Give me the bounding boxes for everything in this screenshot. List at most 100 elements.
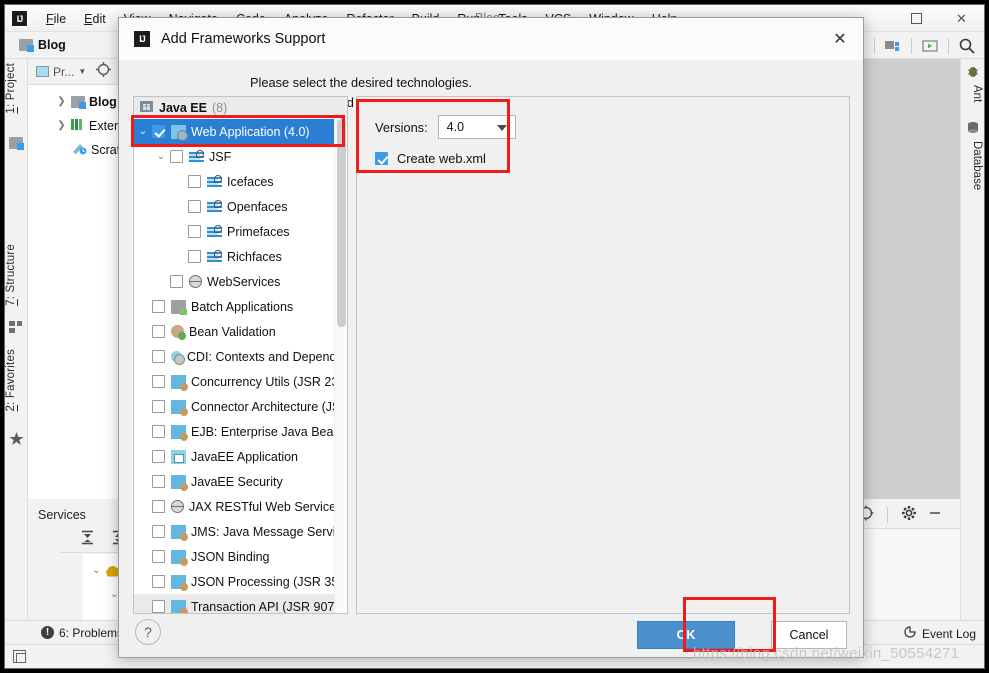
maximize-button[interactable]: [894, 5, 939, 32]
tree-row[interactable]: Bean Validation: [134, 319, 347, 344]
globe-icon: [189, 275, 202, 288]
framework-checkbox[interactable]: [152, 500, 165, 513]
project-folder-icon: [19, 39, 34, 52]
sidebar-tab-ant[interactable]: Ant: [963, 85, 983, 102]
search-icon[interactable]: [954, 34, 980, 57]
tree-row[interactable]: Connector Architecture (JS: [134, 394, 347, 419]
javaee-icon: [171, 474, 188, 491]
framework-checkbox[interactable]: [152, 450, 165, 463]
sidebar-tab-database[interactable]: Database: [963, 141, 983, 190]
favorites-star-icon: [9, 432, 24, 446]
framework-checkbox[interactable]: [152, 475, 165, 488]
framework-checkbox[interactable]: [152, 425, 165, 438]
framework-checkbox[interactable]: [188, 225, 201, 238]
tree-row[interactable]: CDI: Contexts and Depend: [134, 344, 347, 369]
tree-row[interactable]: JSON Processing (JSR 353: [134, 569, 347, 594]
framework-label: Web Application (4.0): [191, 124, 310, 139]
menu-item-file[interactable]: File: [37, 10, 75, 28]
blog-folder-icon: [71, 95, 86, 109]
tree-row[interactable]: Richfaces: [134, 244, 347, 269]
framework-checkbox[interactable]: [188, 200, 201, 213]
framework-checkbox[interactable]: [152, 325, 165, 338]
close-window-button[interactable]: ✕: [939, 5, 984, 32]
framework-checkbox[interactable]: [152, 600, 165, 613]
event-log-status[interactable]: Event Log: [903, 625, 976, 642]
javaee-icon: [171, 599, 188, 613]
framework-label: CDI: Contexts and Depend: [187, 349, 337, 364]
framework-checkbox[interactable]: [152, 300, 165, 313]
breadcrumb[interactable]: Blog: [19, 38, 66, 52]
right-tool-strip: Ant Database: [960, 59, 984, 646]
bean-icon: [171, 325, 186, 340]
project-view-label: Pr...: [53, 64, 75, 79]
tree-scrollbar[interactable]: [334, 119, 347, 613]
chevron-right-icon-2[interactable]: ❯: [56, 120, 67, 131]
framework-checkbox[interactable]: [188, 175, 201, 188]
versions-dropdown[interactable]: 4.0: [437, 115, 516, 139]
tree-row[interactable]: JAX RESTful Web Services: [134, 494, 347, 519]
gear-icon[interactable]: [901, 505, 917, 526]
framework-label: Openfaces: [227, 199, 288, 214]
jsf-icon: [207, 199, 222, 214]
tree-row[interactable]: WebServices: [134, 269, 347, 294]
help-button[interactable]: ?: [135, 619, 161, 645]
tree-row[interactable]: ⌄ Web Application (4.0): [134, 119, 347, 144]
ant-bug-icon: [966, 65, 981, 79]
framework-checkbox[interactable]: [152, 400, 165, 413]
tree-row[interactable]: Icefaces: [134, 169, 347, 194]
web-application-icon: [171, 124, 188, 141]
error-icon: !: [41, 626, 54, 639]
framework-checkbox[interactable]: [152, 550, 165, 563]
framework-checkbox[interactable]: [170, 275, 183, 288]
menu-item-edit[interactable]: Edit: [75, 10, 115, 28]
tree-row[interactable]: JSON Binding: [134, 544, 347, 569]
tree-row[interactable]: Batch Applications: [134, 294, 347, 319]
tree-row[interactable]: JMS: Java Message Servic: [134, 519, 347, 544]
framework-checkbox[interactable]: [152, 525, 165, 538]
tree-row[interactable]: Transaction API (JSR 907): [134, 594, 347, 613]
layout-icon[interactable]: [13, 650, 26, 663]
sidebar-tab-project[interactable]: 1: Project: [5, 63, 28, 114]
breadcrumb-label: Blog: [38, 38, 66, 52]
chevron-right-icon[interactable]: ❯: [56, 96, 67, 107]
framework-checkbox[interactable]: [152, 350, 165, 363]
framework-label: JSF: [209, 149, 232, 164]
create-webxml-checkbox[interactable]: [375, 152, 388, 165]
framework-checkbox[interactable]: [152, 375, 165, 388]
structure-strip-icon: [9, 321, 24, 335]
tree-row[interactable]: EJB: Enterprise Java Bean: [134, 419, 347, 444]
dialog-close-button[interactable]: ✕: [817, 18, 863, 60]
locate-icon[interactable]: [96, 61, 112, 82]
chevron-down-icon[interactable]: ⌄: [134, 126, 152, 137]
project-view-icon: [36, 66, 49, 77]
create-webxml-row[interactable]: Create web.xml: [375, 151, 486, 166]
tree-row[interactable]: JavaEE Application: [134, 444, 347, 469]
tree-scrollbar-thumb[interactable]: [337, 119, 346, 327]
project-view-selector[interactable]: Pr... ▼: [36, 65, 86, 79]
project-structure-icon[interactable]: [880, 34, 906, 57]
minimize-icon[interactable]: [927, 505, 943, 526]
framework-checkbox[interactable]: [152, 125, 165, 138]
tree-row[interactable]: Concurrency Utils (JSR 236: [134, 369, 347, 394]
framework-label: Bean Validation: [189, 324, 276, 339]
run-configuration-icon[interactable]: [917, 34, 943, 57]
window-controls[interactable]: ✕: [894, 5, 984, 32]
sidebar-tab-structure[interactable]: 7: Structure: [5, 244, 28, 306]
frameworks-tree-list[interactable]: ⌄ Web Application (4.0) ⌄ JSF Icefaces Openfa…: [134, 119, 347, 613]
libraries-icon: [71, 118, 85, 134]
expand-all-icon[interactable]: [80, 530, 95, 550]
javaee-icon: [171, 549, 188, 566]
framework-checkbox[interactable]: [188, 250, 201, 263]
problems-status[interactable]: ! 6: Problems: [41, 626, 123, 640]
chevron-down-icon[interactable]: ⌄: [152, 151, 170, 162]
jsf-icon: [189, 149, 204, 164]
framework-checkbox[interactable]: [152, 575, 165, 588]
tree-row[interactable]: Openfaces: [134, 194, 347, 219]
tree-row[interactable]: JavaEE Security: [134, 469, 347, 494]
sidebar-tab-favorites[interactable]: 2: Favorites: [5, 349, 28, 412]
chevron-down-icon[interactable]: ⌄: [91, 565, 102, 576]
tree-row[interactable]: Primefaces: [134, 219, 347, 244]
services-gutter: [28, 527, 60, 627]
tree-row[interactable]: ⌄ JSF: [134, 144, 347, 169]
framework-checkbox[interactable]: [170, 150, 183, 163]
